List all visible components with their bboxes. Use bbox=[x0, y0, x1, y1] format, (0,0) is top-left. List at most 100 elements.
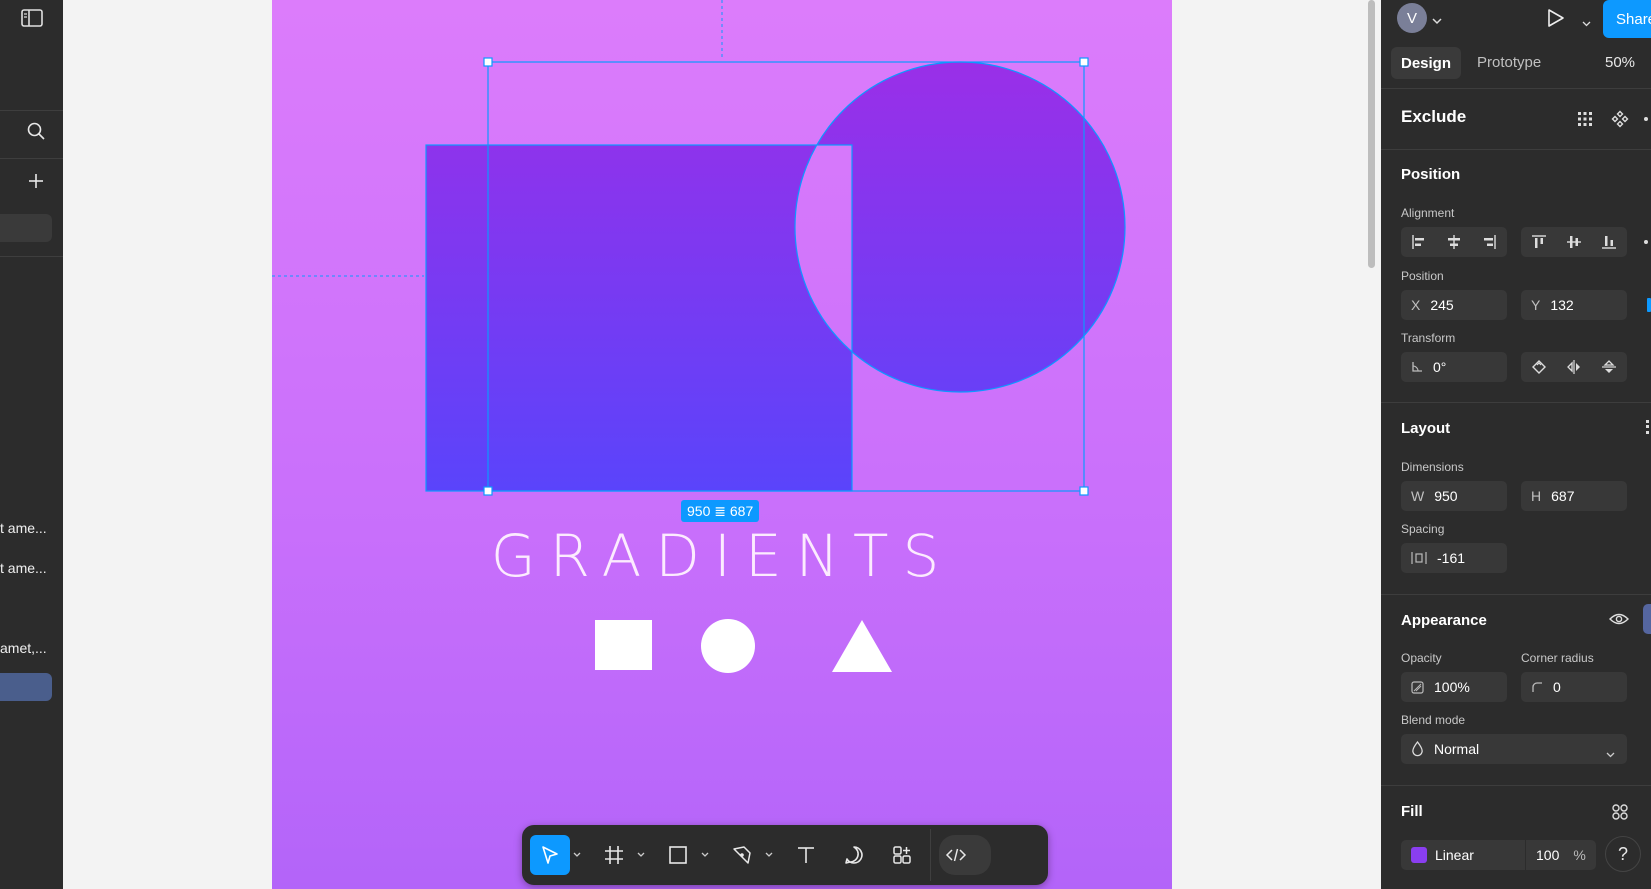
code-icon bbox=[945, 848, 967, 862]
move-tool-button[interactable] bbox=[530, 835, 570, 875]
search-icon[interactable] bbox=[21, 116, 51, 146]
rotate-90-icon[interactable] bbox=[1522, 352, 1556, 382]
sidebar-divider bbox=[0, 110, 63, 111]
help-button[interactable]: ? bbox=[1605, 836, 1641, 872]
properties-panel: V Share Design Prototype 50% Exclude Pos… bbox=[1381, 0, 1651, 889]
circle-shape[interactable] bbox=[701, 619, 755, 673]
rectangle-icon bbox=[669, 846, 687, 864]
rectangle-tool-button[interactable] bbox=[658, 835, 698, 875]
align-right-icon[interactable] bbox=[1472, 227, 1506, 257]
panel-divider bbox=[1381, 594, 1651, 595]
align-bottom-icon[interactable] bbox=[1592, 227, 1626, 257]
fill-type-input[interactable]: Linear bbox=[1401, 840, 1525, 870]
grid-icon[interactable] bbox=[1576, 110, 1594, 133]
dev-mode-toggle[interactable] bbox=[939, 835, 991, 875]
fill-opacity-input[interactable]: 100% bbox=[1526, 840, 1596, 870]
blend-mode-select[interactable]: Normal bbox=[1401, 734, 1627, 764]
triangle-shape[interactable] bbox=[832, 620, 892, 672]
spacing-input[interactable]: -161 bbox=[1401, 543, 1507, 573]
chevron-down-icon[interactable] bbox=[1582, 14, 1591, 32]
text-tool-button[interactable] bbox=[786, 835, 826, 875]
layer-item[interactable]: t ame... bbox=[0, 520, 47, 536]
components-icon bbox=[893, 846, 911, 864]
flip-vertical-icon[interactable] bbox=[1592, 352, 1626, 382]
y-position-input[interactable]: Y 132 bbox=[1521, 290, 1627, 320]
x-value: 245 bbox=[1430, 297, 1454, 313]
layer-item[interactable]: t ame... bbox=[0, 560, 47, 576]
components-tool-button[interactable] bbox=[882, 835, 922, 875]
vertical-scrollbar[interactable] bbox=[1368, 0, 1375, 268]
fill-color-swatch[interactable] bbox=[1411, 847, 1427, 863]
selection-handle[interactable] bbox=[1079, 486, 1089, 496]
panel-divider bbox=[1381, 149, 1651, 150]
avatar[interactable]: V bbox=[1397, 3, 1427, 33]
styles-icon[interactable] bbox=[1611, 803, 1629, 826]
gradients-title[interactable]: GRADIENTS bbox=[272, 522, 1172, 590]
share-button[interactable]: Share bbox=[1603, 0, 1651, 38]
comment-tool-button[interactable] bbox=[834, 835, 874, 875]
bottom-toolbar bbox=[522, 825, 1048, 885]
align-vertical-center-icon[interactable] bbox=[1557, 227, 1591, 257]
dimensions-label: Dimensions bbox=[1401, 460, 1464, 474]
layer-item[interactable]: amet,... bbox=[0, 640, 47, 656]
height-value: 687 bbox=[1551, 488, 1575, 504]
fill-opacity-value: 100 bbox=[1536, 847, 1560, 863]
layout-section-title: Layout bbox=[1401, 420, 1451, 437]
selection-handle[interactable] bbox=[483, 57, 493, 67]
appearance-section-title: Appearance bbox=[1401, 612, 1487, 629]
frame-tool-button[interactable] bbox=[594, 835, 634, 875]
variable-button[interactable] bbox=[1643, 604, 1651, 634]
artboard-shapes[interactable] bbox=[272, 0, 1172, 889]
left-sidebar: t ame... t ame... amet,... bbox=[0, 0, 63, 889]
align-top-icon[interactable] bbox=[1522, 227, 1556, 257]
pen-tool-button[interactable] bbox=[722, 835, 762, 875]
alignment-label: Alignment bbox=[1401, 206, 1455, 220]
component-icon[interactable] bbox=[1611, 110, 1629, 133]
selected-layer-item[interactable] bbox=[0, 673, 52, 701]
blend-mode-label: Blend mode bbox=[1401, 713, 1466, 727]
exclude-shape[interactable] bbox=[426, 62, 1125, 491]
eye-icon[interactable] bbox=[1609, 611, 1629, 632]
rotation-value: 0° bbox=[1433, 359, 1447, 375]
align-left-icon[interactable] bbox=[1402, 227, 1436, 257]
tab-prototype[interactable]: Prototype bbox=[1477, 54, 1541, 71]
x-position-input[interactable]: X 245 bbox=[1401, 290, 1507, 320]
y-value: 132 bbox=[1550, 297, 1574, 313]
horizontal-alignment-group bbox=[1401, 227, 1507, 257]
present-icon[interactable] bbox=[1546, 7, 1566, 34]
height-input[interactable]: H 687 bbox=[1521, 481, 1627, 511]
h-label: H bbox=[1531, 488, 1542, 504]
sidebar-divider bbox=[0, 256, 63, 257]
zoom-level[interactable]: 50% bbox=[1605, 54, 1635, 71]
layout-more-icon[interactable] bbox=[1646, 420, 1649, 434]
layer-name[interactable]: Exclude bbox=[1401, 107, 1466, 127]
selection-handle[interactable] bbox=[1079, 57, 1089, 67]
width-input[interactable]: W 950 bbox=[1401, 481, 1507, 511]
tab-design[interactable]: Design bbox=[1391, 47, 1462, 79]
chevron-down-icon bbox=[1606, 745, 1615, 761]
chevron-down-icon[interactable] bbox=[570, 835, 584, 875]
chevron-down-icon[interactable] bbox=[634, 835, 648, 875]
add-page-icon[interactable] bbox=[21, 166, 51, 196]
square-shape[interactable] bbox=[595, 620, 652, 670]
selection-handle[interactable] bbox=[483, 486, 493, 496]
more-icon[interactable] bbox=[1644, 240, 1648, 244]
spacing-value: -161 bbox=[1437, 550, 1466, 566]
corner-radius-input[interactable]: 0 bbox=[1521, 672, 1627, 702]
chevron-down-icon[interactable] bbox=[698, 835, 712, 875]
artboard[interactable]: GRADIENTS 950 ≣ 687 bbox=[272, 0, 1172, 889]
flip-horizontal-icon[interactable] bbox=[1557, 352, 1591, 382]
constraints-indicator[interactable] bbox=[1647, 298, 1651, 312]
sidebar-toggle-icon[interactable] bbox=[17, 3, 47, 33]
canvas[interactable]: GRADIENTS 950 ≣ 687 bbox=[63, 0, 1381, 889]
align-horizontal-center-icon[interactable] bbox=[1437, 227, 1471, 257]
rotation-input[interactable]: 0° bbox=[1401, 352, 1507, 382]
chevron-down-icon[interactable] bbox=[762, 835, 776, 875]
panel-divider bbox=[1381, 785, 1651, 786]
toolbar-divider bbox=[930, 829, 931, 881]
page-item[interactable] bbox=[0, 214, 52, 242]
chevron-down-icon[interactable] bbox=[1432, 12, 1442, 30]
opacity-input[interactable]: 100% bbox=[1401, 672, 1507, 702]
more-icon[interactable] bbox=[1644, 117, 1648, 121]
sidebar-divider bbox=[0, 158, 63, 159]
